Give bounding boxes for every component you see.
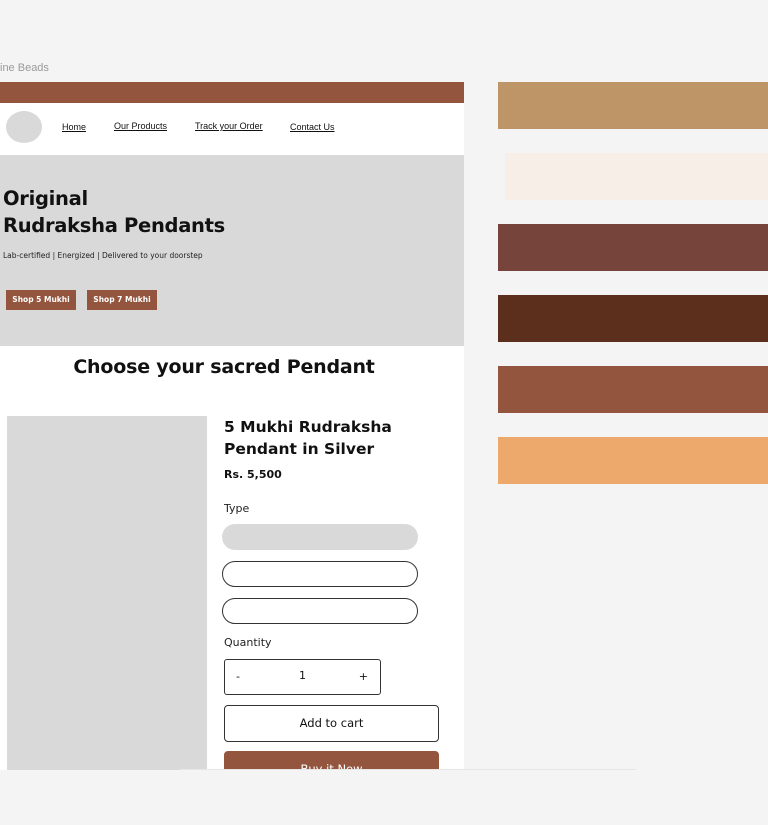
frame-divider: [180, 769, 636, 770]
hero-title-line1: Original: [3, 187, 88, 210]
hero-subtitle: Lab-certified | Energized | Delivered to…: [3, 251, 203, 260]
navigation-bar: Home Our Products Track your Order Conta…: [0, 103, 464, 155]
page-mockup-frame: Home Our Products Track your Order Conta…: [0, 82, 464, 770]
logo-placeholder: [6, 111, 42, 143]
type-option-1[interactable]: [222, 524, 418, 550]
hero-title: Original Rudraksha Pendants: [3, 185, 225, 239]
nav-link-our-products[interactable]: Our Products: [114, 121, 167, 131]
palette-swatch-2: [505, 153, 768, 200]
quantity-label: Quantity: [224, 636, 272, 649]
nav-link-contact-us[interactable]: Contact Us: [290, 122, 335, 132]
add-to-cart-button[interactable]: Add to cart: [224, 705, 439, 742]
nav-link-track-order[interactable]: Track your Order: [195, 121, 263, 131]
palette-swatch-4: [498, 295, 768, 342]
quantity-value[interactable]: 1: [225, 669, 380, 682]
section-title: Choose your sacred Pendant: [73, 356, 375, 378]
frame-label: ine Beads: [0, 62, 49, 74]
hero-title-line2: Rudraksha Pendants: [3, 214, 225, 237]
palette-swatch-5: [498, 366, 768, 413]
product-title: 5 Mukhi Rudraksha Pendant in Silver: [224, 418, 392, 458]
nav-link-home[interactable]: Home: [62, 122, 86, 132]
palette-swatch-3: [498, 224, 768, 271]
buy-now-button[interactable]: Buy it Now: [224, 751, 439, 770]
product-price: Rs. 5,500: [224, 468, 282, 481]
announcement-bar: [0, 82, 464, 103]
quantity-increment-button[interactable]: +: [359, 670, 368, 683]
type-label: Type: [224, 502, 250, 515]
hero-banner: Original Rudraksha Pendants Lab-certifie…: [0, 155, 464, 346]
type-option-2[interactable]: [222, 561, 418, 587]
type-option-3[interactable]: [222, 598, 418, 624]
product-image-placeholder: [7, 416, 207, 770]
shop-7-mukhi-button[interactable]: Shop 7 Mukhi: [87, 290, 157, 310]
quantity-stepper: - 1 +: [224, 659, 381, 695]
shop-5-mukhi-button[interactable]: Shop 5 Mukhi: [6, 290, 76, 310]
palette-swatch-6: [498, 437, 768, 484]
palette-swatch-1: [498, 82, 768, 129]
